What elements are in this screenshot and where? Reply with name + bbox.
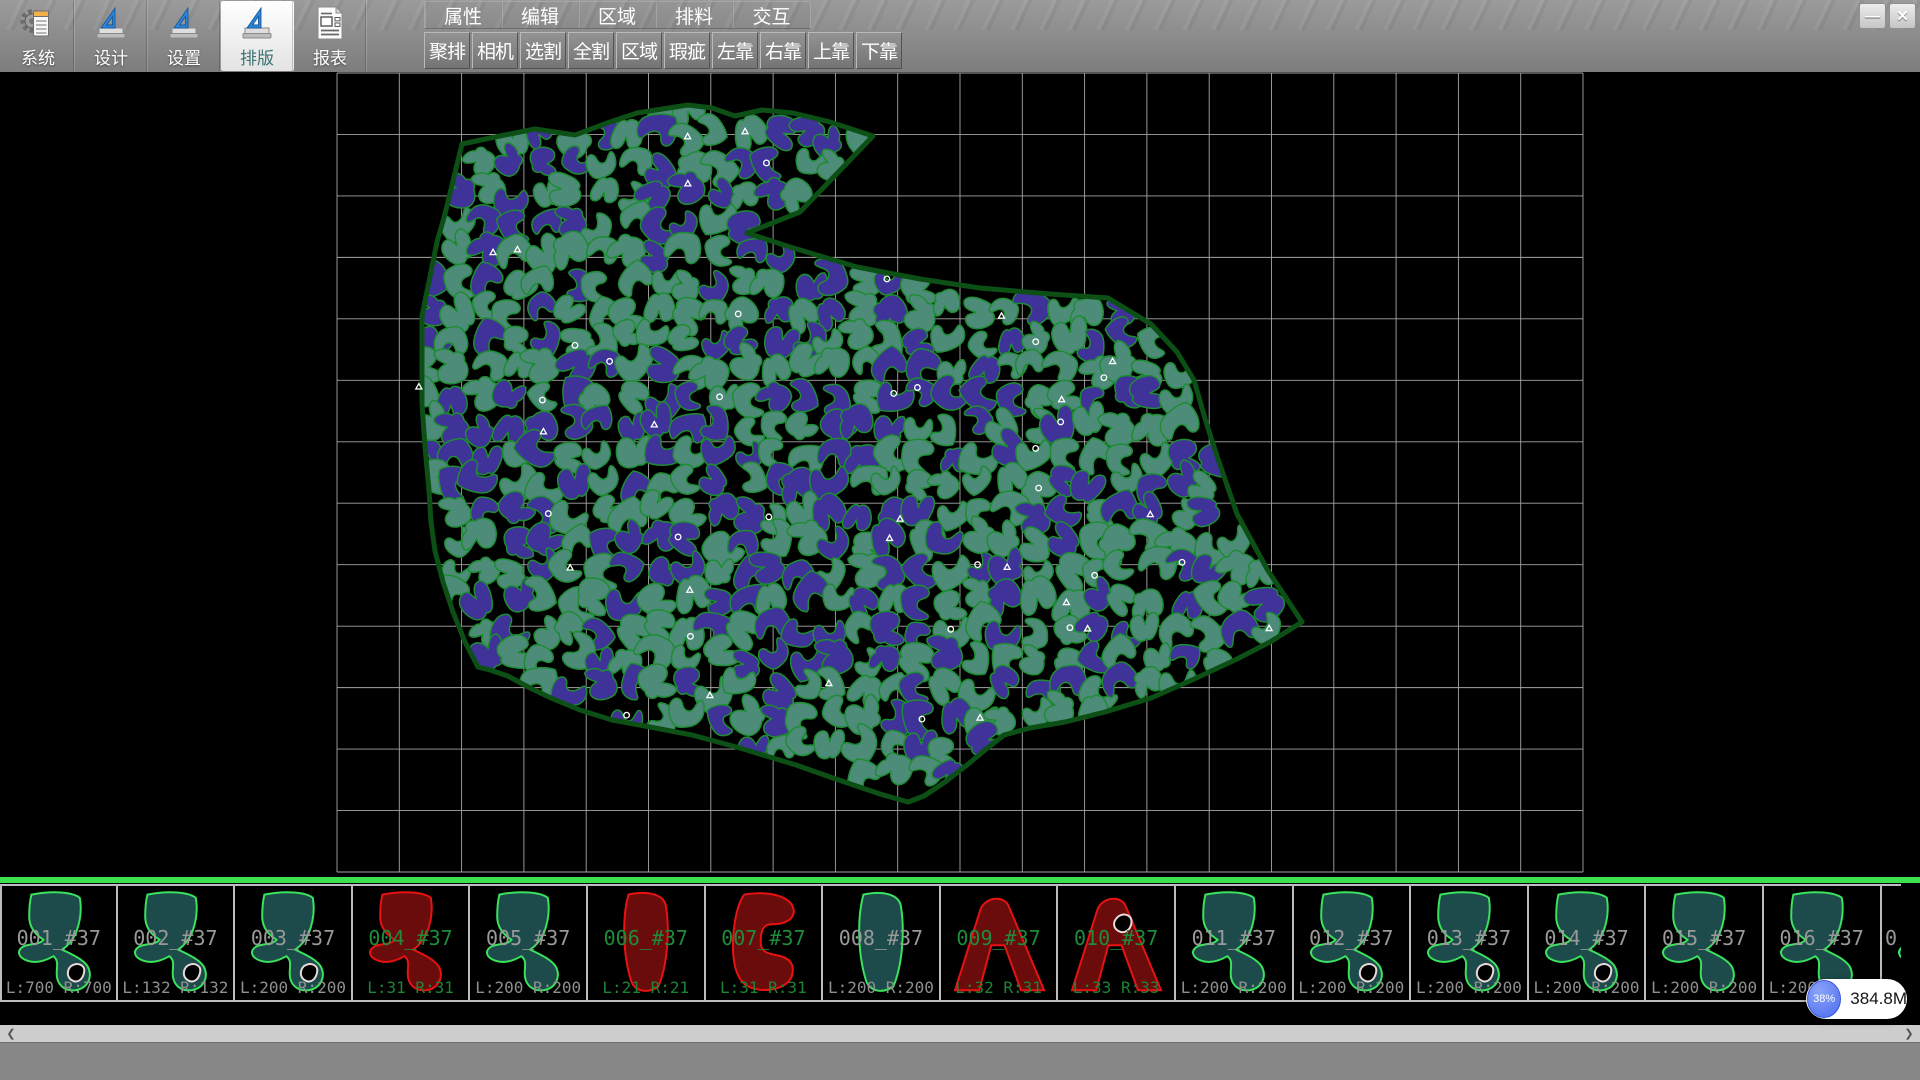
piece-thumbnail[interactable]: 013_#37L:200 R:200 [1411,886,1529,1000]
system-icon [20,4,56,42]
tool-cut-all[interactable]: 全割 [568,32,614,69]
status-bar [0,1042,1920,1080]
nesting-svg[interactable] [0,72,1920,878]
toolbar: 系统设计设置排版报表 属性编辑区域排料交互 聚排相机选割全割区域瑕疵左靠右靠上靠… [0,0,1920,72]
window-controls: — ✕ [1859,3,1916,29]
set-square-icon [93,4,129,42]
tool-buttons: 聚排相机选割全割区域瑕疵左靠右靠上靠下靠 [424,32,904,70]
application-window: 系统设计设置排版报表 属性编辑区域排料交互 聚排相机选割全割区域瑕疵左靠右靠上靠… [0,0,1920,1080]
menu-tab-nesting[interactable]: 排料 [656,2,733,28]
menu-tab-properties[interactable]: 属性 [425,2,502,28]
piece-thumbnail[interactable]: 015_#37L:200 R:200 [1646,886,1764,1000]
piece-thumbnail[interactable]: 012_#37L:200 R:200 [1294,886,1412,1000]
piece-hole [1477,964,1493,981]
piece-shape [356,888,466,998]
menu-tab-region[interactable]: 区域 [579,2,656,28]
piece-thumbnail[interactable]: 005_#37L:200 R:200 [470,886,588,1000]
tool-select-cut[interactable]: 选割 [520,32,566,69]
set-square-icon [166,4,202,42]
tool-camera[interactable]: 相机 [472,32,518,69]
main-button-label: 设置 [167,44,201,69]
menu-tab-edit[interactable]: 编辑 [502,2,579,28]
ruler-icon [239,4,275,42]
tool-defect[interactable]: 瑕疵 [664,32,710,69]
tool-region[interactable]: 区域 [616,32,662,69]
piece-shape [1297,888,1407,998]
main-button-system[interactable]: 系统 [2,1,75,71]
piece-list[interactable]: 001_#37L:700 R:700002_#37L:132 R:132003_… [0,884,1901,1002]
main-button-settings[interactable]: 设置 [148,1,221,71]
report-icon [312,4,348,42]
piece-shape [709,888,819,998]
piece-shape [1414,888,1524,998]
piece-shape [5,888,115,998]
piece-hole [301,964,317,981]
piece-shape [1179,888,1289,998]
scroll-right-arrow-icon[interactable]: ❯ [1898,1025,1920,1042]
piece-thumbnail[interactable]: 004_#37L:31 R:31 [353,886,471,1000]
piece-thumbnail[interactable]: 001_#37L:700 R:700 [0,886,118,1000]
piece-shape [591,888,701,998]
ruler-icon [166,4,202,42]
main-toolbar: 系统 设计 设置 排版 报表 [2,1,367,71]
piece-thumbnail[interactable]: 011_#37L:200 R:200 [1176,886,1294,1000]
piece-shape [1532,888,1642,998]
tool-align-left[interactable]: 左靠 [712,32,758,69]
close-button[interactable]: ✕ [1889,3,1916,29]
tool-cluster-nest[interactable]: 聚排 [424,32,470,69]
report-document-icon [312,4,348,42]
menu-tab-interact[interactable]: 交互 [733,2,810,28]
tool-align-top[interactable]: 上靠 [808,32,854,69]
piece-thumbnail[interactable]: 009_#37L:32 R:31 [941,886,1059,1000]
piece-hole [1595,964,1611,981]
piece-shape [121,888,231,998]
piece-list-panel: 001_#37L:700 R:700002_#37L:132 R:132003_… [0,883,1920,1025]
ruler-icon [93,4,129,42]
piece-thumbnail[interactable]: 014_#37L:200 R:200 [1529,886,1647,1000]
progress-circle: 38% [1807,980,1841,1018]
piece-thumbnail[interactable]: 006_#37L:21 R:21 [588,886,706,1000]
piece-shape [826,888,936,998]
scroll-left-arrow-icon[interactable]: ❮ [0,1025,22,1042]
piece-thumbnail[interactable]: 003_#37L:200 R:200 [235,886,353,1000]
piece-shape [1061,888,1171,998]
piece-hole [1359,964,1375,981]
menu-tabs: 属性编辑区域排料交互 [424,1,811,29]
piece-shape [1649,888,1759,998]
memory-text: 384.8M [1850,989,1907,1009]
tool-align-bottom[interactable]: 下靠 [856,32,902,69]
tool-align-right[interactable]: 右靠 [760,32,806,69]
horizontal-scrollbar[interactable]: ❮ ❯ [0,1025,1920,1042]
main-button-report[interactable]: 报表 [294,1,367,71]
piece-thumbnail[interactable]: 008_#37L:200 R:200 [823,886,941,1000]
main-button-label: 设计 [94,44,128,69]
main-button-label: 系统 [21,44,55,69]
piece-hole [183,964,199,981]
nesting-canvas[interactable] [0,72,1920,878]
main-button-nesting[interactable]: 排版 [221,1,294,71]
system-gear-icon [20,4,56,42]
main-button-label: 排版 [240,44,274,69]
minimize-button[interactable]: — [1859,3,1886,29]
main-button-design[interactable]: 设计 [75,1,148,71]
piece-thumbnail[interactable]: 007_#37L:31 R:31 [706,886,824,1000]
piece-hole [68,964,84,981]
main-button-label: 报表 [313,44,347,69]
piece-thumbnail[interactable]: 010_#37L:33 R:33 [1058,886,1176,1000]
set-square-icon [239,4,275,42]
piece-shape [238,888,348,998]
piece-hole [1114,915,1131,933]
piece-thumbnail[interactable]: 002_#37L:132 R:132 [118,886,236,1000]
memory-usage-badge[interactable]: 38% 384.8M [1806,979,1907,1019]
piece-shape [473,888,583,998]
piece-shape [944,888,1054,998]
